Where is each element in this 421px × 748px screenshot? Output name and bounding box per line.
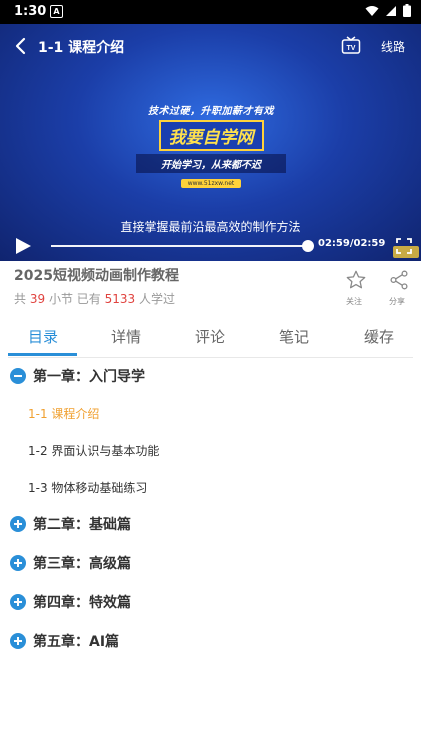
course-title: 2025短视频动画制作教程 bbox=[14, 268, 179, 284]
collapse-icon bbox=[10, 368, 26, 384]
video-player[interactable]: 1-1 课程介绍 TV 线路 技术过硬，升职加薪才有戏 我要自学网 开始学习，从… bbox=[0, 24, 421, 261]
route-button[interactable]: 线路 bbox=[381, 38, 405, 55]
chapter-label: 第三章：高级篇 bbox=[33, 556, 131, 572]
chapter-2[interactable]: 第二章：基础篇 bbox=[10, 514, 131, 534]
expand-icon bbox=[10, 555, 26, 571]
chapter-label: 第五章：AI篇 bbox=[33, 634, 120, 650]
lesson-item[interactable]: 1-1 课程介绍 bbox=[28, 405, 99, 422]
expand-icon bbox=[10, 516, 26, 532]
favorite-label: 关注 bbox=[346, 297, 362, 306]
promo-brand: 我要自学网 bbox=[158, 120, 264, 151]
stats-prefix: 共 bbox=[14, 292, 27, 306]
notification-icon: A bbox=[50, 5, 63, 18]
share-icon bbox=[390, 270, 408, 290]
chapter-label: 第一章：入门导学 bbox=[33, 369, 145, 385]
promo-slogan-top: 技术过硬，升职加薪才有戏 bbox=[148, 106, 274, 117]
chapter-label: 第二章：基础篇 bbox=[33, 517, 131, 533]
system-icons bbox=[365, 4, 411, 17]
wifi-icon bbox=[365, 5, 379, 16]
stats-mid: 小节 已有 bbox=[48, 292, 101, 306]
status-bar: 1:30 A bbox=[0, 0, 421, 24]
share-label: 分享 bbox=[389, 297, 405, 306]
video-title: 1-1 课程介绍 bbox=[38, 40, 125, 56]
player-controls: 02:59/02:59 bbox=[0, 229, 421, 261]
chapter-label: 第四章：特效篇 bbox=[33, 595, 131, 611]
promo-url: www.51zxw.net bbox=[181, 179, 241, 188]
battery-icon bbox=[403, 4, 411, 17]
signal-icon bbox=[386, 5, 396, 16]
chapter-3[interactable]: 第三章：高级篇 bbox=[10, 553, 131, 573]
star-icon bbox=[346, 270, 366, 289]
share-button[interactable]: 分享 bbox=[387, 269, 411, 307]
active-tab-indicator bbox=[8, 353, 77, 356]
promo-banner: 技术过硬，升职加薪才有戏 我要自学网 开始学习，从来都不迟 www.51zxw.… bbox=[136, 102, 286, 188]
chapter-1[interactable]: 第一章：入门导学 bbox=[10, 366, 145, 386]
chapter-4[interactable]: 第四章：特效篇 bbox=[10, 592, 131, 612]
status-time: 1:30 bbox=[14, 4, 47, 19]
tab-comments[interactable]: 评论 bbox=[185, 326, 235, 347]
lesson-item[interactable]: 1-2 界面认识与基本功能 bbox=[28, 442, 159, 459]
time-display: 02:59/02:59 bbox=[318, 238, 386, 249]
progress-handle[interactable] bbox=[302, 240, 314, 252]
tab-bar: 目录 详情 评论 笔记 缓存 bbox=[8, 314, 413, 358]
tv-cast-icon[interactable]: TV bbox=[341, 36, 361, 56]
tab-cache[interactable]: 缓存 bbox=[354, 326, 404, 347]
course-stats: 共 39 小节 已有 5133 人学过 bbox=[14, 290, 175, 307]
fullscreen-icon[interactable] bbox=[395, 237, 413, 255]
tab-details[interactable]: 详情 bbox=[101, 326, 151, 347]
player-top-bar: 1-1 课程介绍 TV 线路 bbox=[0, 24, 421, 68]
favorite-button[interactable]: 关注 bbox=[344, 269, 368, 307]
lesson-item[interactable]: 1-3 物体移动基础练习 bbox=[28, 479, 147, 496]
tv-label: TV bbox=[347, 45, 356, 52]
learner-count: 5133 bbox=[104, 292, 136, 306]
course-info: 2025短视频动画制作教程 共 39 小节 已有 5133 人学过 关注 分享 bbox=[0, 261, 421, 313]
play-icon[interactable] bbox=[14, 237, 32, 255]
lesson-count: 39 bbox=[29, 292, 46, 306]
chapter-5[interactable]: 第五章：AI篇 bbox=[10, 631, 119, 651]
stats-suffix: 人学过 bbox=[138, 292, 175, 306]
tab-notes[interactable]: 笔记 bbox=[269, 326, 319, 347]
expand-icon bbox=[10, 594, 26, 610]
expand-icon bbox=[10, 633, 26, 649]
promo-slogan-bottom: 开始学习，从来都不迟 bbox=[136, 154, 286, 173]
tab-catalog[interactable]: 目录 bbox=[18, 326, 68, 347]
back-arrow-icon[interactable] bbox=[10, 34, 34, 58]
progress-track[interactable] bbox=[51, 245, 307, 247]
